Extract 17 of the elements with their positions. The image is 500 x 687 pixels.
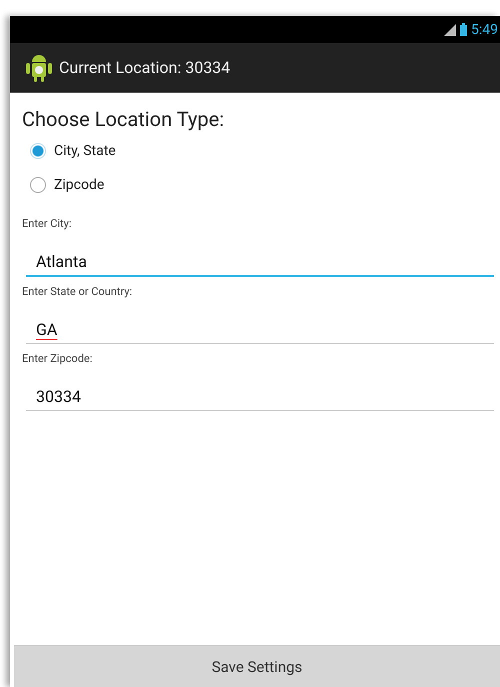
- app-title: Current Location: 30334: [59, 58, 230, 77]
- field-label: Enter State or Country:: [22, 285, 134, 299]
- input-field[interactable]: Atlanta: [26, 249, 494, 277]
- robot-icon: [26, 52, 52, 82]
- save-settings-button[interactable]: Save Settings: [14, 645, 500, 687]
- clock-time: 5:49: [471, 22, 498, 38]
- radio-label[interactable]: City, State: [54, 143, 116, 159]
- input-field[interactable]: GA: [26, 317, 494, 344]
- radio-button[interactable]: [30, 177, 46, 193]
- section-heading: Choose Location Type:: [22, 107, 226, 131]
- radio-label[interactable]: Zipcode: [54, 177, 104, 193]
- field-label: Enter Zipcode:: [22, 352, 94, 366]
- signal-icon: [444, 24, 456, 36]
- radio-button[interactable]: [30, 143, 46, 159]
- battery-icon: [460, 23, 467, 36]
- field-label: Enter City:: [22, 217, 73, 231]
- input-field[interactable]: 30334: [26, 384, 494, 411]
